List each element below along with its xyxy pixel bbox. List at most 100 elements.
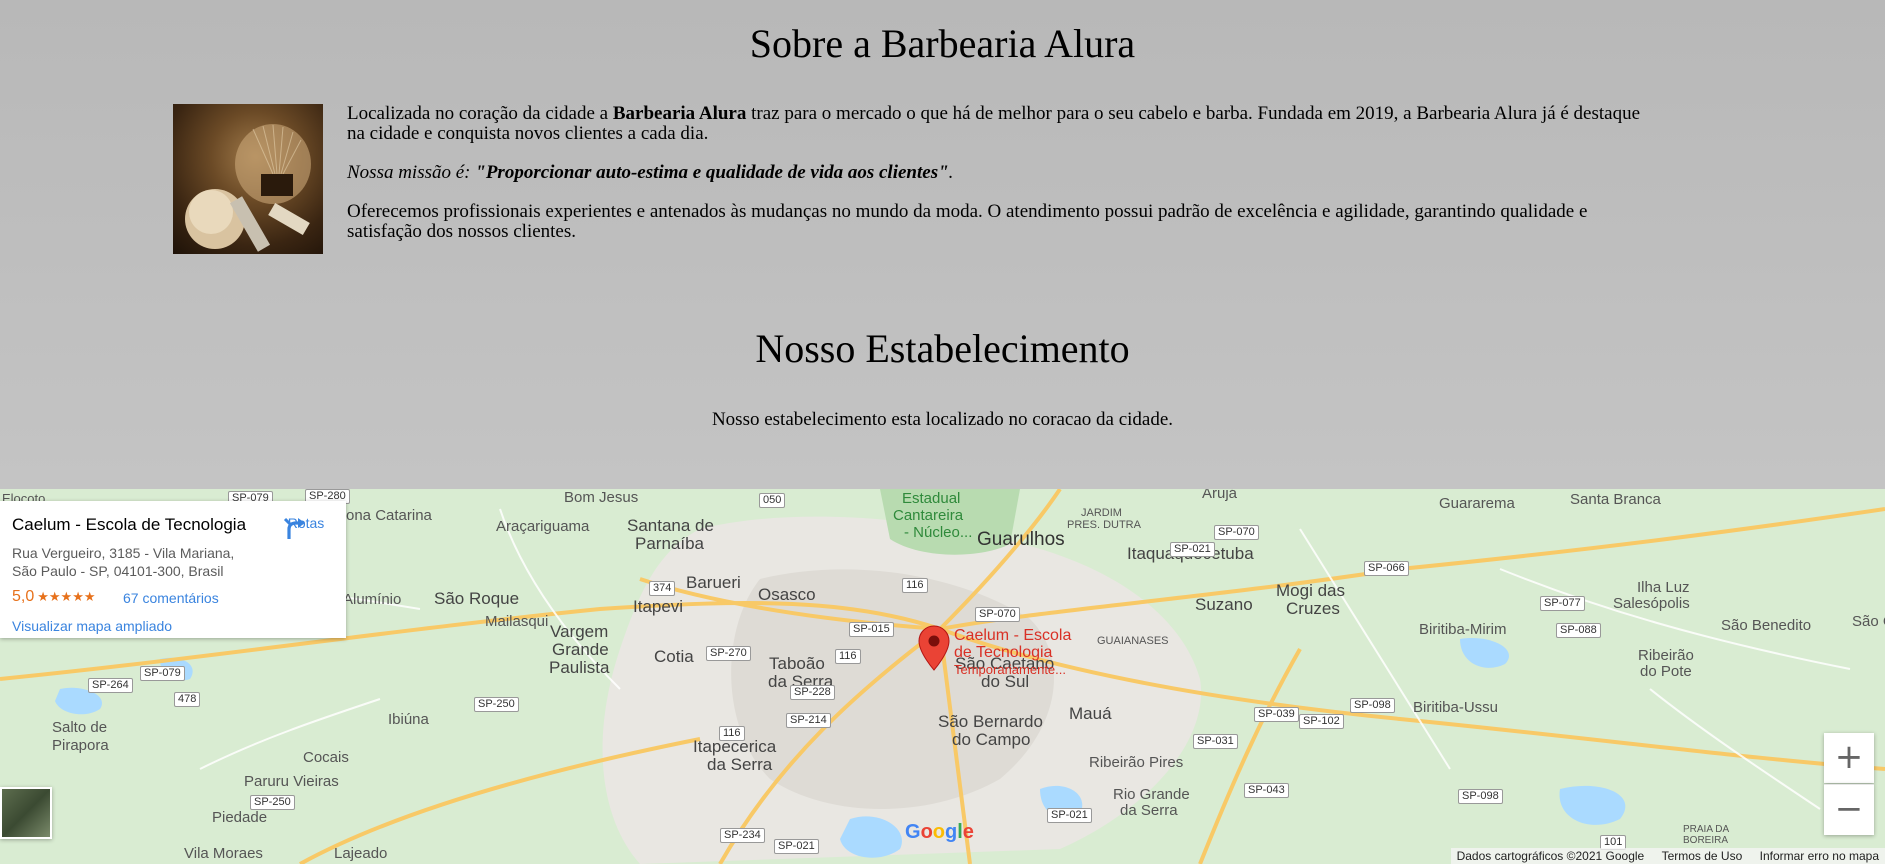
park-cantareira-3: - Núcleo...	[904, 524, 973, 541]
barber-tools-image	[173, 104, 323, 254]
google-logo: Google	[905, 821, 974, 844]
place-rio-grande-1: Rio Grande	[1113, 786, 1190, 803]
place-sao-benedito: São Benedito	[1721, 617, 1812, 634]
road-shield: SP-098	[1458, 789, 1503, 804]
directions-button[interactable]: Rotas	[281, 515, 331, 539]
view-larger-map-link[interactable]: Visualizar mapa ampliado	[12, 618, 172, 634]
place-lajeado: Lajeado	[334, 845, 388, 862]
park-cantareira-2: Cantareira	[893, 507, 964, 524]
place-salto-1: Salto de	[52, 719, 108, 736]
place-sao-roque: São Roque	[434, 589, 520, 608]
road-shield: SP-270	[706, 646, 751, 661]
about-title: Sobre a Barbearia Alura	[749, 21, 1136, 66]
road-shield: SP-077	[1540, 596, 1585, 611]
star-rating-icon: ★★★★★	[37, 589, 96, 604]
place-mogi-1: Mogi das	[1276, 581, 1345, 600]
road-shield: SP-070	[975, 607, 1020, 622]
road-shield: 116	[835, 649, 861, 664]
place-praia-1: PRAIA DA	[1683, 824, 1730, 835]
road-shield: SP-079	[140, 666, 185, 681]
about-paragraph-intro: Localizada no coração da cidade a Barbea…	[347, 104, 1657, 144]
terms-of-use-link[interactable]: Termos de Uso	[1662, 849, 1743, 863]
zoom-out-button[interactable]: −	[1824, 784, 1874, 835]
logo-letter: o	[920, 821, 933, 843]
place-itapecerica-2: da Serra	[707, 755, 773, 774]
place-mogi-2: Cruzes	[1286, 599, 1340, 618]
place-cotia: Cotia	[654, 647, 694, 666]
mission-period: .	[948, 162, 954, 183]
place-praia-2: BOREIRA	[1683, 835, 1729, 846]
address-line-1: Rua Vergueiro, 3185 - Vila Mariana,	[12, 545, 235, 561]
place-cocais: Cocais	[303, 749, 349, 766]
pin-label-line2: de Tecnologia	[954, 644, 1053, 661]
about-intro-text: Localizada no coração da cidade a	[347, 103, 613, 124]
place-santana-1: Santana de	[627, 516, 714, 535]
brand-name: Barbearia Alura	[612, 103, 747, 124]
road-shield: SP-088	[1556, 623, 1601, 638]
place-name: Caelum - Escola de Tecnologia	[12, 515, 247, 534]
place-biritiba-ussu: Biritiba-Ussu	[1413, 699, 1499, 716]
road-shield: 116	[902, 578, 928, 593]
zoom-in-button[interactable]: +	[1824, 733, 1874, 783]
place-address: Rua Vergueiro, 3185 - Vila Mariana, São …	[12, 544, 262, 580]
rating-value: 5,0	[12, 588, 35, 605]
place-osasco: Osasco	[758, 585, 816, 604]
satellite-toggle[interactable]	[0, 787, 52, 839]
about-text: Localizada no coração da cidade a Barbea…	[347, 104, 1657, 261]
place-vargem-2: Grande	[552, 640, 609, 659]
road-shield: 116	[719, 726, 745, 741]
place-taboao-1: Taboão	[769, 654, 825, 673]
place-itapevi: Itapevi	[633, 597, 684, 616]
place-santana-2: Parnaíba	[635, 534, 704, 553]
place-jardim-1: JARDIM	[1081, 507, 1122, 519]
road-shield: SP-070	[1214, 525, 1259, 540]
place-ilha-luz: Ilha Luz	[1637, 579, 1690, 596]
establishment-description: Nosso estabelecimento esta localizado no…	[711, 409, 1174, 430]
place-sao-cr: São Cr	[1852, 613, 1885, 630]
place-vargem-1: Vargem	[550, 622, 609, 641]
place-aracariguama: Araçariguama	[496, 518, 590, 535]
road-shield: SP-214	[786, 713, 831, 728]
place-ribeirao-2: do Pote	[1640, 663, 1692, 680]
place-piedade: Piedade	[212, 809, 268, 826]
mission-label: Nossa missão é:	[347, 162, 476, 183]
logo-letter: o	[932, 821, 945, 843]
place-ribeirao-pires: Ribeirão Pires	[1089, 754, 1184, 771]
location-pin-icon[interactable]	[918, 625, 950, 671]
map-attribution: Dados cartográficos ©2021 Google Termos …	[1450, 848, 1885, 864]
place-suzano: Suzano	[1195, 595, 1253, 614]
map-data-credit: Dados cartográficos ©2021 Google	[1456, 849, 1645, 863]
road-shield: SP-021	[1047, 808, 1092, 823]
report-map-error-link[interactable]: Informar erro no mapa	[1760, 849, 1879, 863]
road-shield: SP-021	[774, 839, 819, 854]
place-ibiuna: Ibiúna	[388, 711, 429, 728]
place-vila-moraes: Vila Moraes	[184, 845, 263, 862]
road-shield: 478	[174, 692, 201, 707]
place-aruja: Arujá	[1202, 489, 1238, 502]
directions-icon	[283, 517, 305, 539]
reviews-link[interactable]: 67 comentários	[123, 590, 219, 606]
address-line-2: São Paulo - SP, 04101-300, Brasil	[12, 563, 224, 579]
pin-label[interactable]: Caelum - Escola de Tecnologia Temporaria…	[954, 627, 1071, 678]
place-sbc-2: do Campo	[952, 730, 1031, 749]
establishment-title: Nosso Estabelecimento	[755, 326, 1130, 371]
place-bom-jesus: Bom Jesus	[564, 489, 639, 506]
road-shield: 050	[759, 493, 786, 508]
road-shield: SP-043	[1244, 783, 1289, 798]
road-shield: SP-066	[1364, 561, 1409, 576]
place-barueri: Barueri	[686, 573, 741, 592]
place-vargem-3: Paulista	[549, 658, 610, 677]
park-cantareira-1: Estadual	[902, 490, 961, 507]
place-ribeirao-1: Ribeirão	[1638, 647, 1694, 664]
place-salto-2: Pirapora	[52, 737, 109, 754]
place-guararema: Guararema	[1439, 495, 1515, 512]
place-aluminio: Alumínio	[343, 591, 402, 608]
place-rio-grande-2: da Serra	[1120, 802, 1178, 819]
road-shield: SP-228	[790, 685, 835, 700]
place-salesopolis: Salesópolis	[1613, 595, 1690, 612]
place-card: Caelum - Escola de Tecnologia Rua Vergue…	[0, 501, 346, 638]
logo-letter: G	[905, 821, 921, 843]
google-map[interactable]: Guarulhos Osasco Barueri São Roque Itape…	[0, 489, 1885, 864]
about-paragraph-mission: Nossa missão é: "Proporcionar auto-estim…	[347, 163, 1657, 183]
pin-label-status: Temporariamente...	[954, 662, 1066, 677]
